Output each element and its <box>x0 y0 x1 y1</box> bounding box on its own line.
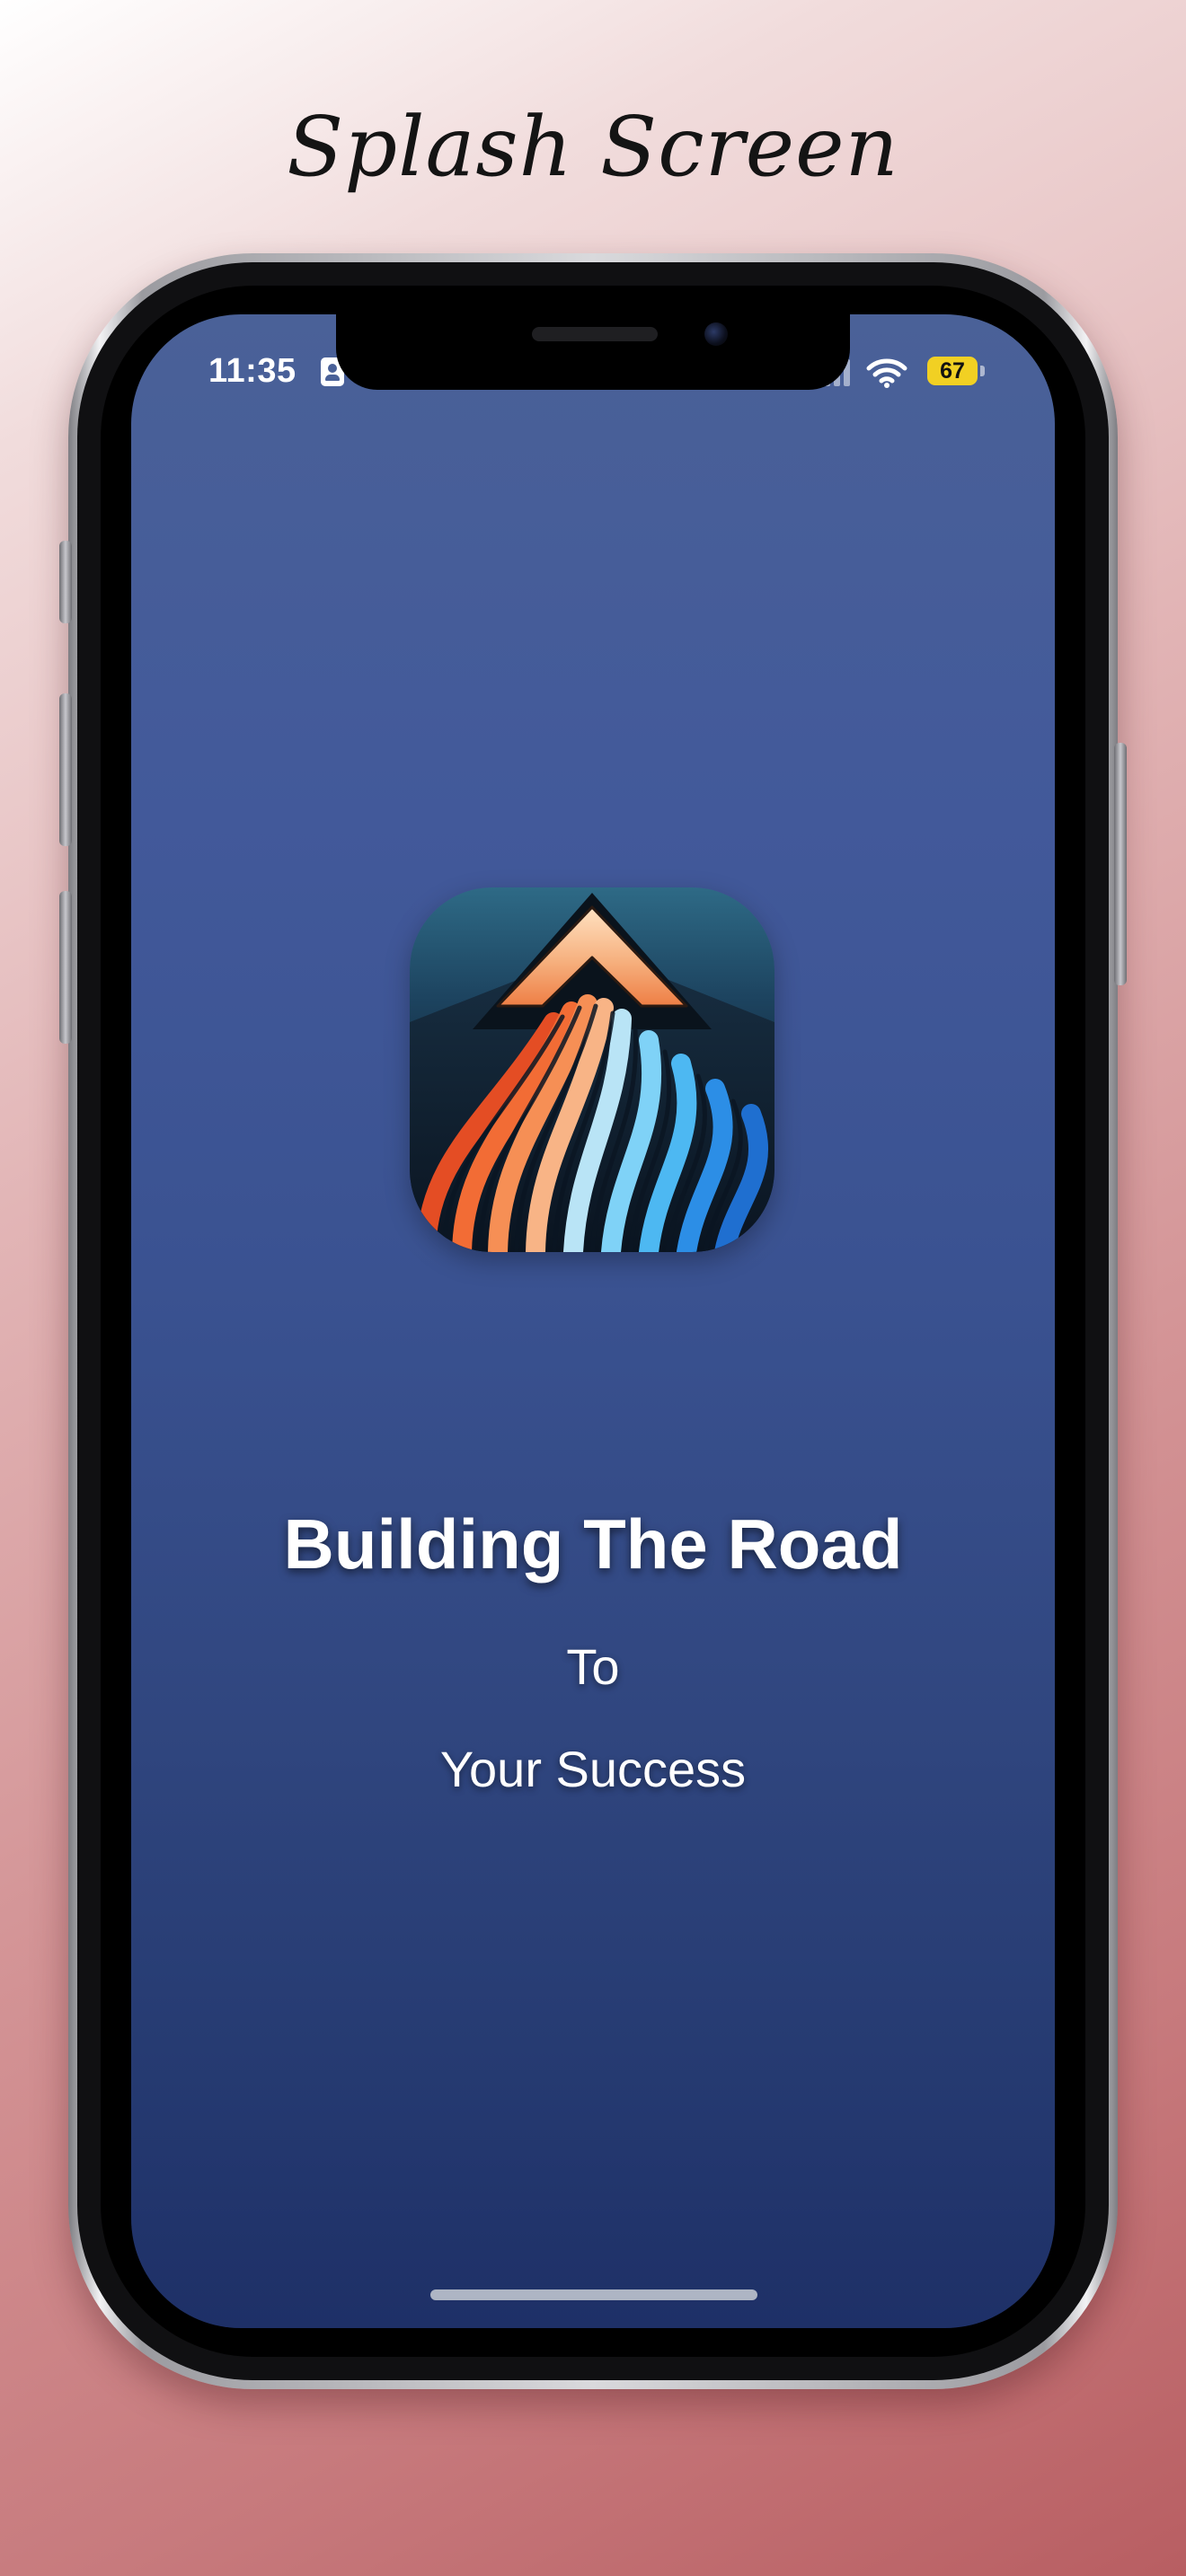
battery-icon: 67 <box>927 357 978 385</box>
home-indicator[interactable] <box>430 2289 757 2300</box>
power-button <box>1114 743 1127 985</box>
speaker-grille <box>532 327 658 341</box>
silent-switch <box>59 541 72 623</box>
volume-down-button <box>59 891 72 1044</box>
splash-screen[interactable]: 11:35 67 Building The Road To Your Succe… <box>131 314 1055 2328</box>
front-camera <box>704 322 728 346</box>
notch <box>336 314 850 390</box>
rising-road-arrow-icon <box>410 887 774 1252</box>
volume-up-button <box>59 693 72 846</box>
tagline-to: To <box>566 1638 620 1695</box>
battery-cap <box>980 366 985 376</box>
headline: Building The Road <box>283 1504 903 1584</box>
status-time: 11:35 <box>208 352 296 390</box>
wifi-icon <box>866 358 907 388</box>
tagline-your-success: Your Success <box>439 1741 747 1797</box>
page-title: Splash Screen <box>287 99 899 195</box>
